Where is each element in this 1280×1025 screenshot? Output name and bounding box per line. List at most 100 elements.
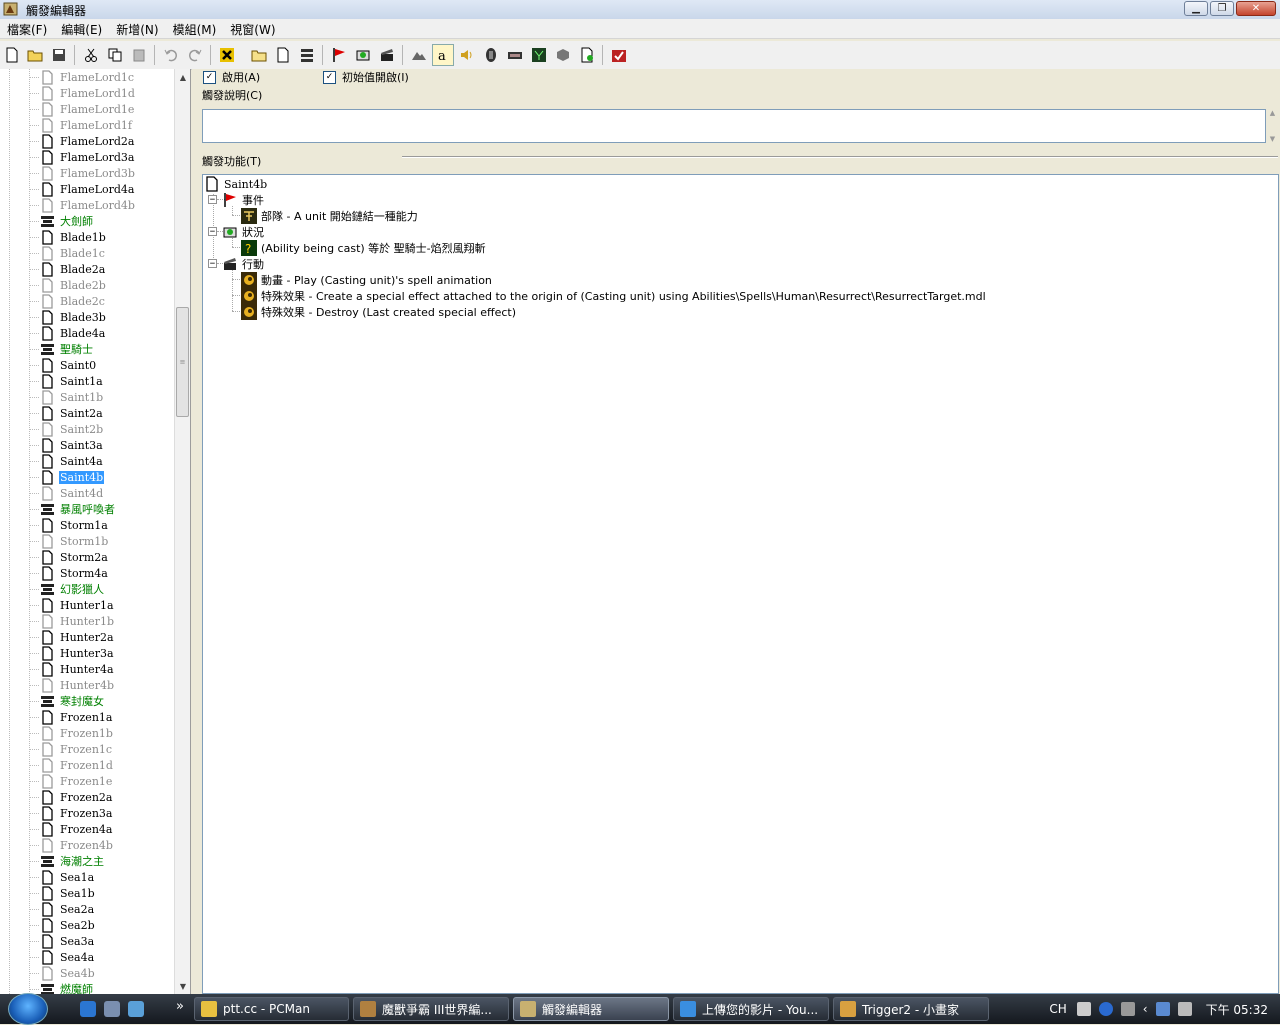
trigger-item[interactable]: Saint2b [30,421,104,437]
restore-button[interactable]: ❐ [1210,1,1234,16]
import-manager-icon[interactable] [576,44,598,66]
help-icon[interactable] [1098,1002,1113,1016]
trigger-item[interactable]: FlameLord1c [30,69,135,85]
sound-editor-icon[interactable] [456,44,478,66]
close-button[interactable]: ✕ [1236,1,1276,16]
trigger-item[interactable]: Blade4a [30,325,106,341]
redo-icon[interactable] [184,44,206,66]
action-item[interactable]: 特殊效果 - Create a special effect attached … [241,288,986,304]
trigger-item[interactable]: Frozen2a [30,789,113,805]
clock[interactable]: 下午 05:32 [1206,1001,1268,1018]
trigger-editor-icon[interactable]: a [432,44,454,66]
enabled-checkbox[interactable]: ✓ 啟用(A) [203,69,260,85]
trigger-item[interactable]: Hunter1a [30,597,115,613]
tray-expand-icon[interactable]: ‹ [1143,1002,1148,1016]
action-item[interactable]: 動畫 - Play (Casting unit)'s spell animati… [241,272,492,288]
scroll-down-arrow-icon[interactable]: ▼ [175,978,190,994]
trigger-item[interactable]: Storm2a [30,549,109,565]
trigger-item[interactable]: Blade3b [30,309,107,325]
category-item[interactable]: 海潮之主 [30,853,105,869]
trigger-item[interactable]: FlameLord4a [30,181,135,197]
trigger-root-node[interactable]: Saint4b [204,176,267,192]
trigger-item[interactable]: Frozen1b [30,725,114,741]
language-indicator[interactable]: CH [1049,1002,1066,1016]
new-file-icon[interactable] [1,44,23,66]
trigger-item[interactable]: Saint1a [30,373,104,389]
trigger-item[interactable]: Blade1c [30,245,106,261]
category-item[interactable]: 大劍師 [30,213,94,229]
trigger-item[interactable]: Saint4b [30,469,106,485]
trigger-item[interactable]: Storm1b [30,533,109,549]
event-item[interactable]: 部隊 - A unit 開始鏈結一種能力 [241,208,418,224]
save-icon[interactable] [48,44,70,66]
more-quicklaunch-button[interactable]: » [176,999,184,1014]
trigger-item[interactable]: Hunter3a [30,645,115,661]
trigger-item[interactable]: Saint2a [30,405,104,421]
delete-icon[interactable] [216,44,238,66]
trigger-item[interactable]: Hunter4a [30,661,115,677]
open-folder-icon[interactable] [24,44,46,66]
trigger-item[interactable]: FlameLord3a [30,149,135,165]
cut-icon[interactable] [80,44,102,66]
paste-icon[interactable] [128,44,150,66]
initially-on-checkbox[interactable]: ✓ 初始值開啟(I) [323,69,409,85]
taskbar-item-paint[interactable]: Trigger2 - 小畫家 [833,997,989,1021]
comment-scrollbar[interactable]: ▲ ▼ [1266,109,1279,143]
taskbar-item-world-editor[interactable]: 魔獸爭霸 III世界編... [353,997,509,1021]
trigger-item[interactable]: Sea4a [30,949,95,965]
trigger-item[interactable]: FlameLord1d [30,85,136,101]
trigger-item[interactable]: Frozen1a [30,709,113,725]
actions-node[interactable]: 行動 [222,256,264,272]
menu-edit[interactable]: 編輯(E) [54,19,109,38]
trigger-item[interactable]: FlameLord2a [30,133,135,149]
copy-icon[interactable] [104,44,126,66]
minimize-button[interactable]: ▁ [1184,1,1208,16]
new-event-icon[interactable] [328,44,350,66]
scroll-thumb[interactable]: ≡ [176,307,189,417]
object-manager-icon[interactable] [552,44,574,66]
trigger-item[interactable]: Frozen4a [30,821,113,837]
menu-window[interactable]: 視窗(W) [223,19,282,38]
new-condition-icon[interactable] [352,44,374,66]
test-map-icon[interactable] [608,44,630,66]
trigger-item[interactable]: Frozen1c [30,741,113,757]
switch-windows-icon[interactable] [128,1001,144,1017]
category-item[interactable]: 暴風呼喚者 [30,501,116,517]
trigger-item[interactable]: Sea2a [30,901,95,917]
taskbar-item-youtube[interactable]: 上傳您的影片 - You... [673,997,829,1021]
actions-collapse-toggle[interactable]: − [208,259,217,269]
trigger-item[interactable]: Blade2b [30,277,107,293]
trigger-item[interactable]: Saint4a [30,453,104,469]
taskbar-item-pcman[interactable]: ptt.cc - PCMan [194,997,349,1021]
keyboard-icon[interactable] [1076,1002,1091,1016]
menu-new[interactable]: 新增(N) [109,19,165,38]
campaign-editor-icon[interactable] [504,44,526,66]
trigger-item[interactable]: Hunter2a [30,629,115,645]
trigger-item[interactable]: Hunter4b [30,677,115,693]
trigger-item[interactable]: Frozen1e [30,773,113,789]
menu-file[interactable]: 檔案(F) [0,19,54,38]
new-action-icon[interactable] [376,44,398,66]
trigger-item[interactable]: Sea4b [30,965,96,981]
volume-icon[interactable] [1177,1002,1192,1016]
events-collapse-toggle[interactable]: − [208,195,217,205]
trigger-item[interactable]: Blade2c [30,293,106,309]
ime-options-icon[interactable] [1120,1002,1135,1016]
taskbar-item-trigger-editor[interactable]: 觸發編輯器 [513,997,669,1021]
trigger-item[interactable]: Sea3a [30,933,95,949]
category-item[interactable]: 幻影獵人 [30,581,105,597]
trigger-item[interactable]: Frozen1d [30,757,114,773]
trigger-item[interactable]: FlameLord3b [30,165,136,181]
object-editor-icon[interactable] [480,44,502,66]
comment-textarea[interactable] [202,109,1266,143]
new-category-icon[interactable] [248,44,270,66]
trigger-item[interactable]: Frozen4b [30,837,114,853]
trigger-item[interactable]: Storm4a [30,565,109,581]
terrain-editor-icon[interactable] [408,44,430,66]
action-item[interactable]: 特殊效果 - Destroy (Last created special eff… [241,304,516,320]
trigger-item[interactable]: FlameLord1e [30,101,135,117]
category-item[interactable]: 燃魔師 [30,981,94,994]
trigger-item[interactable]: Storm1a [30,517,109,533]
category-item[interactable]: 聖騎士 [30,341,94,357]
trigger-item[interactable]: Saint0 [30,357,97,373]
